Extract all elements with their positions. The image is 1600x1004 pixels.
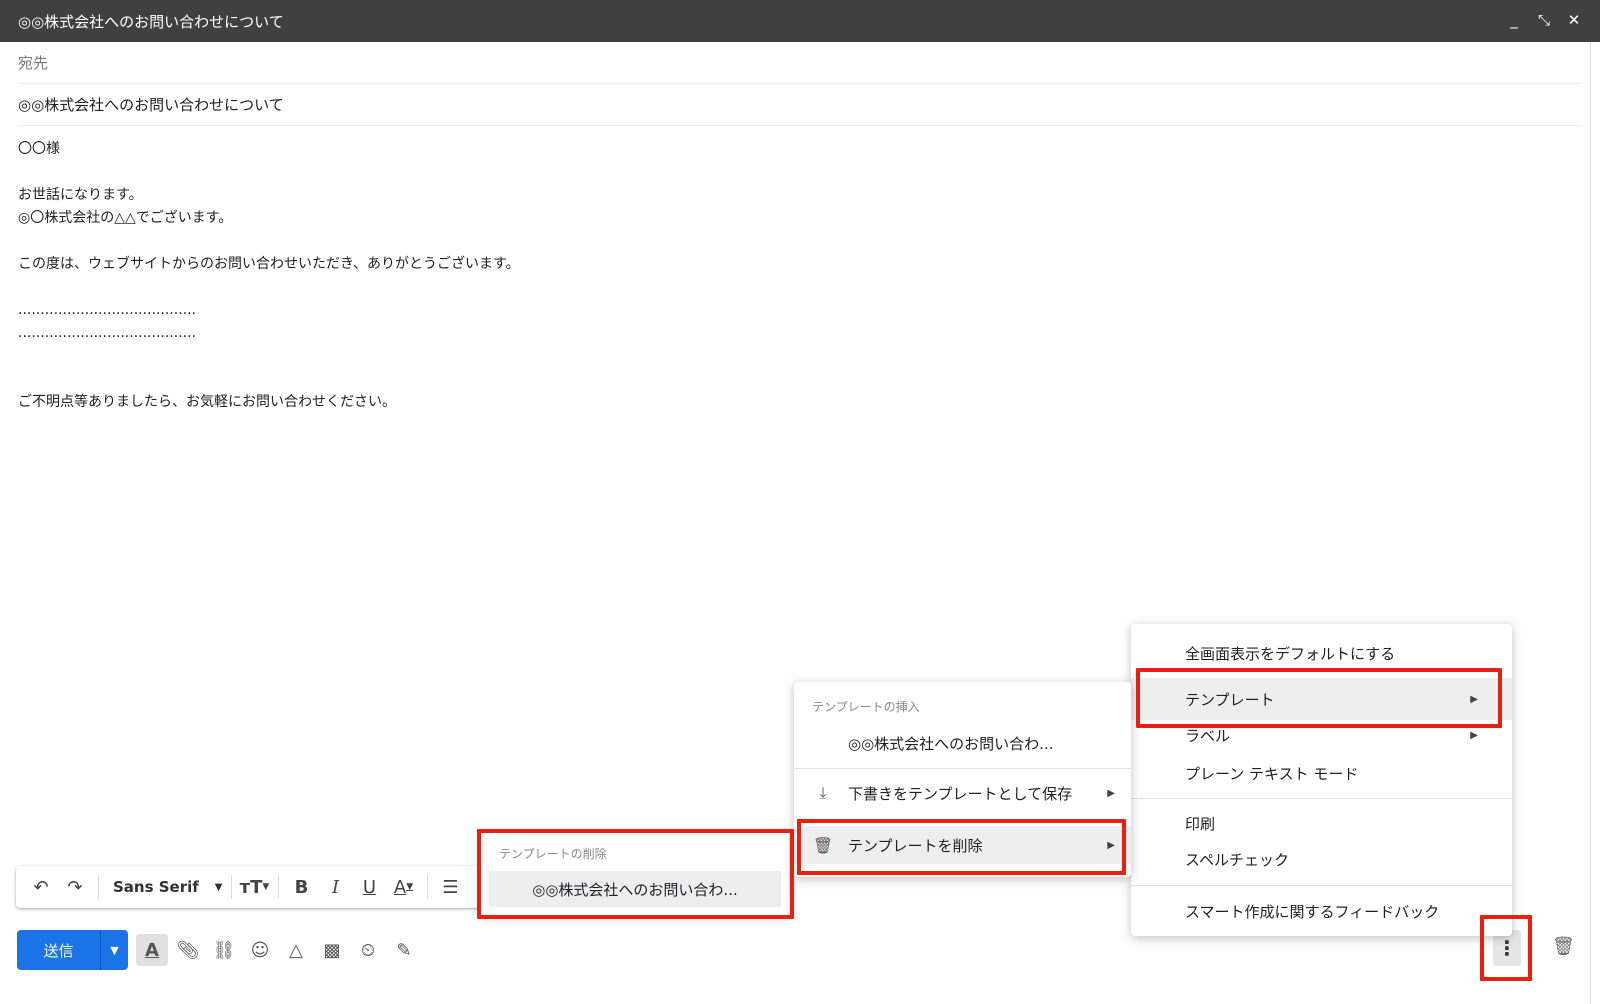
menu-item-label: スマート作成に関するフィードバック — [1185, 902, 1440, 921]
body-line: ◎〇株式会社の△△でございます。 — [18, 210, 233, 226]
menu-item-default-fullscreen[interactable]: 全画面表示をデフォルトにする — [1131, 636, 1512, 670]
insert-photo-icon[interactable]: ▩ — [316, 934, 348, 966]
send-options-dropdown[interactable]: ▼ — [100, 930, 128, 970]
highlight-templates — [1136, 668, 1502, 728]
menu-item-label: 全画面表示をデフォルトにする — [1185, 644, 1396, 663]
download-icon: ⤓ — [819, 783, 827, 802]
recipients-field[interactable]: 宛先 — [18, 42, 1582, 84]
body-line: この度は、ウェブサイトからのお問い合わせいただき、ありがとうございます。 — [18, 256, 520, 272]
formatting-toolbar: ↶ ↷ Sans Serif ▼ тT ▼ B I U A ▼ ☰ — [16, 866, 486, 908]
compose-actions: A 📎︎ ⛓︎ ☺ △ ▩ ⏲ ✎ — [136, 934, 420, 966]
menu-divider — [1131, 798, 1512, 799]
menu-item-label: 印刷 — [1185, 814, 1216, 833]
toolbar-divider — [426, 875, 428, 899]
body-line — [18, 230, 1558, 253]
submenu-arrow-icon: ▶ — [1470, 729, 1478, 741]
exit-fullscreen-icon[interactable]: ⤡ — [1536, 10, 1552, 30]
italic-icon[interactable]: I — [321, 872, 351, 902]
menu-item-plain-text[interactable]: プレーン テキスト モード — [1131, 758, 1512, 788]
body-line: ........................................ — [18, 325, 197, 341]
body-line — [18, 368, 1558, 391]
recipients-placeholder: 宛先 — [18, 54, 49, 72]
insert-template-header: テンプレートの挿入 — [812, 700, 920, 714]
highlight-delete-submenu — [477, 829, 794, 919]
signature-icon[interactable]: ✎ — [388, 934, 420, 966]
body-line: 〇〇様 — [18, 141, 60, 157]
compose-titlebar: ◎◎株式会社へのお問い合わせについて _ ⤡ ✕ — [0, 0, 1600, 42]
discard-draft-icon[interactable]: 🗑︎ — [1552, 936, 1575, 960]
undo-icon[interactable]: ↶ — [26, 872, 56, 902]
menu-item-label: プレーン テキスト モード — [1185, 764, 1359, 783]
menu-item-print[interactable]: 印刷 — [1131, 808, 1512, 838]
chevron-down-icon: ▼ — [214, 881, 223, 893]
insert-emoji-icon[interactable]: ☺ — [244, 934, 276, 966]
menu-divider — [1131, 885, 1512, 886]
compose-title: ◎◎株式会社へのお問い合わせについて — [18, 12, 284, 31]
minimize-icon[interactable]: _ — [1506, 10, 1522, 30]
insert-template-item[interactable]: ◎◎株式会社へのお問い合わ... — [794, 728, 1131, 758]
attach-file-icon[interactable]: 📎︎ — [172, 934, 204, 966]
template-name: ◎◎株式会社へのお問い合わ... — [848, 734, 1054, 753]
text-color-icon[interactable]: A ▼ — [389, 872, 419, 902]
body-line: ご不明点等ありましたら、お気軽にお問い合わせください。 — [18, 394, 396, 410]
body-line — [18, 345, 1558, 368]
body-line — [18, 276, 1558, 299]
send-button[interactable]: 送信 — [17, 930, 100, 970]
formatting-options-icon[interactable]: A — [136, 934, 168, 966]
menu-item-smart-compose-feedback[interactable]: スマート作成に関するフィードバック — [1131, 896, 1512, 926]
google-drive-icon[interactable]: △ — [280, 934, 312, 966]
underline-icon[interactable]: U — [355, 872, 385, 902]
body-line: お世話になります。 — [18, 187, 143, 203]
submenu-arrow-icon: ▶ — [1107, 787, 1115, 799]
bold-icon[interactable]: B — [287, 872, 317, 902]
toolbar-divider — [230, 875, 232, 899]
subject-text: ◎◎株式会社へのお問い合わせについて — [18, 96, 284, 114]
redo-icon[interactable]: ↷ — [60, 872, 90, 902]
body-line — [18, 161, 1558, 184]
highlight-delete-template — [797, 819, 1126, 875]
message-body[interactable]: 〇〇様 お世話になります。 ◎〇株式会社の△△でございます。 この度は、ウェブサ… — [18, 138, 1558, 414]
font-family-label: Sans Serif — [113, 878, 199, 896]
scrollbar-track[interactable] — [1590, 42, 1600, 1004]
menu-item-label: スペルチェック — [1185, 850, 1289, 869]
align-icon[interactable]: ☰ — [436, 872, 466, 902]
menu-item-label: 下書きをテンプレートとして保存 — [848, 784, 1073, 803]
confidential-mode-icon[interactable]: ⏲ — [352, 934, 384, 966]
text-size-icon[interactable]: тT ▼ — [240, 872, 270, 902]
subject-field[interactable]: ◎◎株式会社へのお問い合わせについて — [18, 84, 1582, 126]
toolbar-divider — [98, 875, 99, 899]
menu-item-spellcheck[interactable]: スペルチェック — [1131, 844, 1512, 874]
menu-divider — [794, 768, 1131, 769]
font-family-select[interactable]: Sans Serif ▼ — [107, 872, 223, 902]
toolbar-divider — [277, 875, 279, 899]
body-line: ........................................ — [18, 302, 197, 318]
close-icon[interactable]: ✕ — [1566, 10, 1582, 30]
insert-link-icon[interactable]: ⛓︎ — [208, 934, 240, 966]
highlight-more-options — [1480, 915, 1532, 981]
save-draft-as-template-item[interactable]: ⤓ 下書きをテンプレートとして保存 ▶ — [794, 778, 1131, 808]
send-button-group: 送信 ▼ — [17, 930, 128, 970]
